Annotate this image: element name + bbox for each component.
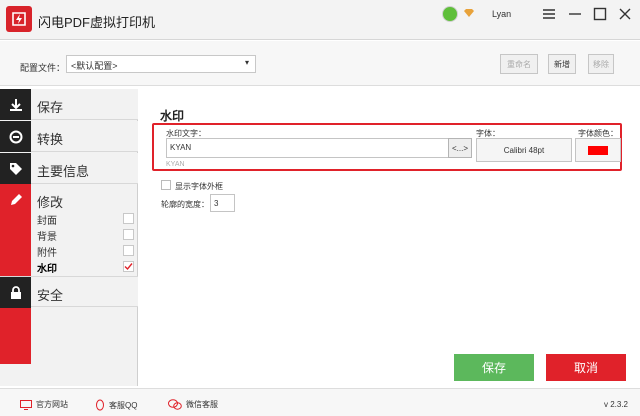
watermark-panel: 水印 水印文字： 字体： 字体颜色： KYAN <...> Calibri 48… bbox=[140, 89, 640, 386]
sidebar-item-modify[interactable]: 修改 封面 背景 附件 水印 bbox=[0, 184, 138, 364]
close-icon[interactable] bbox=[616, 5, 634, 23]
config-label: 配置文件： bbox=[20, 63, 66, 73]
sidebar-item-main-info[interactable]: 主要信息 bbox=[0, 153, 138, 184]
remove-config-button[interactable]: 移除 bbox=[588, 54, 614, 74]
chevron-down-icon: ▾ bbox=[244, 58, 249, 67]
new-config-button[interactable]: 新增 bbox=[548, 54, 576, 74]
maximize-icon[interactable] bbox=[591, 5, 609, 23]
config-selected-value: <默认配置> bbox=[71, 61, 118, 71]
outline-width-label: 轮廓的宽度： bbox=[161, 200, 209, 209]
wechat-icon bbox=[168, 399, 182, 410]
footer: 官方网站 客服QQ 微信客服 v 2.3.2 bbox=[0, 388, 640, 416]
config-bar: 配置文件： <默认配置> ▾ 重命名 新增 移除 bbox=[0, 41, 640, 86]
sidebar-item-convert[interactable]: 转换 bbox=[0, 121, 138, 152]
vip-badge-icon bbox=[464, 9, 474, 17]
sidebar-item-label: 安全 bbox=[37, 288, 64, 303]
wechat-avatar-icon[interactable] bbox=[442, 6, 458, 22]
sidebar-subitem-cover[interactable]: 封面 bbox=[37, 212, 57, 227]
browse-button[interactable]: <...> bbox=[448, 138, 472, 158]
qq-icon bbox=[96, 399, 104, 411]
sidebar-subitem-background[interactable]: 背景 bbox=[37, 228, 57, 243]
wechat-label: 微信客服 bbox=[186, 400, 218, 409]
pencil-icon bbox=[0, 184, 31, 364]
section-title: 水印 bbox=[160, 109, 185, 123]
watermark-settings-box: 水印文字： 字体： 字体颜色： KYAN <...> Calibri 48pt … bbox=[152, 123, 622, 171]
sidebar-subitem-attachment[interactable]: 附件 bbox=[37, 244, 57, 259]
sidebar-item-security[interactable]: 安全 bbox=[0, 276, 138, 308]
sidebar: 保存 转换 主要信息 修改 封面 背景 附件 水印 安全 bbox=[0, 89, 138, 386]
config-select[interactable]: <默认配置> ▾ bbox=[66, 55, 256, 73]
font-color-button[interactable] bbox=[575, 138, 621, 162]
save-button[interactable]: 保存 bbox=[454, 354, 534, 381]
website-link[interactable]: 官方网站 bbox=[20, 399, 68, 410]
wechat-support-link[interactable]: 微信客服 bbox=[168, 399, 218, 410]
attachment-checkbox[interactable] bbox=[123, 245, 134, 256]
sidebar-subitem-watermark[interactable]: 水印 bbox=[37, 260, 57, 275]
lock-icon bbox=[0, 277, 31, 308]
app-title: 闪电PDF虚拟打印机 bbox=[38, 15, 156, 30]
rename-button[interactable]: 重命名 bbox=[500, 54, 538, 74]
sidebar-item-label: 转换 bbox=[37, 132, 64, 147]
show-frame-label: 显示字体外框 bbox=[175, 182, 223, 191]
menu-icon[interactable] bbox=[540, 5, 558, 23]
qq-label: 客服QQ bbox=[109, 400, 138, 410]
sidebar-item-label: 修改 bbox=[37, 195, 64, 210]
website-label: 官方网站 bbox=[36, 400, 68, 409]
background-checkbox[interactable] bbox=[123, 229, 134, 240]
checkmark-icon bbox=[124, 263, 133, 271]
watermark-text-hint: KYAN bbox=[166, 161, 185, 168]
convert-icon bbox=[0, 121, 31, 152]
font-button[interactable]: Calibri 48pt bbox=[476, 138, 572, 162]
qq-support-link[interactable]: 客服QQ bbox=[95, 399, 137, 411]
title-bar: 闪电PDF虚拟打印机 Lyan bbox=[0, 0, 640, 40]
user-name[interactable]: Lyan bbox=[492, 9, 511, 19]
sidebar-item-label: 保存 bbox=[37, 100, 64, 115]
app-logo-icon bbox=[6, 6, 32, 32]
color-swatch bbox=[588, 145, 608, 155]
minimize-icon[interactable] bbox=[566, 5, 584, 23]
monitor-icon bbox=[20, 399, 32, 410]
sidebar-item-save[interactable]: 保存 bbox=[0, 89, 138, 120]
cancel-button[interactable]: 取消 bbox=[546, 354, 626, 381]
show-frame-checkbox[interactable] bbox=[161, 180, 171, 190]
cover-checkbox[interactable] bbox=[123, 213, 134, 224]
version-text: v 2.3.2 bbox=[603, 400, 628, 409]
download-icon bbox=[0, 89, 31, 120]
tag-icon bbox=[0, 153, 31, 184]
sidebar-item-label: 主要信息 bbox=[37, 164, 90, 179]
watermark-checkbox[interactable] bbox=[123, 261, 134, 272]
watermark-text-input[interactable]: KYAN bbox=[166, 138, 449, 158]
outline-width-input[interactable]: 3 bbox=[210, 194, 235, 212]
